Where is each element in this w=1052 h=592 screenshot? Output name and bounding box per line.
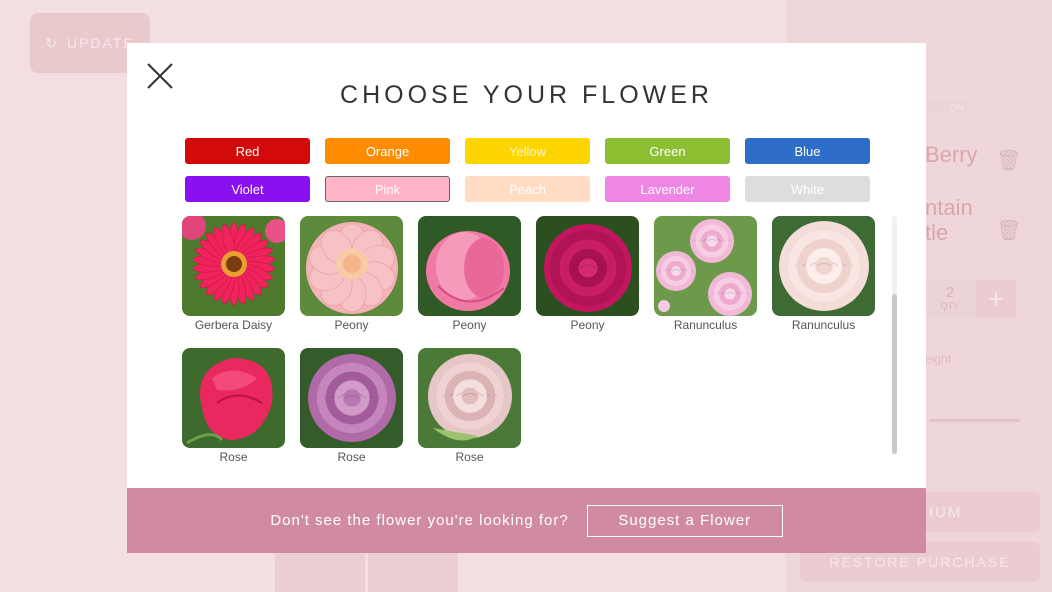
flower-grid-scroll[interactable]: Gerbera Daisy Peony Peony Peony Ranunculus Ra… — [182, 216, 892, 486]
bg-height-label: eight — [925, 352, 952, 366]
color-filter-violet[interactable]: Violet — [185, 176, 310, 202]
bg-bottom-tile — [368, 552, 458, 592]
flower-card-rose[interactable]: Rose — [418, 348, 521, 466]
color-filter-peach[interactable]: Peach — [465, 176, 590, 202]
scrollbar[interactable] — [892, 216, 897, 454]
flower-label: Gerbera Daisy — [194, 318, 273, 332]
bg-quantity-unit: QTY — [940, 301, 960, 311]
color-filter-lavender[interactable]: Lavender — [605, 176, 730, 202]
flower-image — [300, 348, 403, 448]
flower-card-peony[interactable]: Peony — [536, 216, 639, 334]
flower-label: Rose — [219, 450, 248, 464]
modal-title: CHOOSE YOUR FLOWER — [340, 81, 713, 109]
flower-card-rose[interactable]: Rose — [300, 348, 403, 466]
flower-image — [182, 216, 285, 316]
flower-image — [536, 216, 639, 316]
footer-text: Don't see the flower you're looking for? — [270, 512, 569, 529]
bg-item-name-2: ntain — [925, 195, 973, 220]
flower-image — [300, 216, 403, 316]
bg-quantity-value: 2 — [945, 284, 955, 301]
flower-card-gerbera-daisy[interactable]: Gerbera Daisy — [182, 216, 285, 334]
flower-label: Peony — [452, 318, 487, 332]
color-filter-white[interactable]: White — [745, 176, 870, 202]
color-filter-yellow[interactable]: Yellow — [465, 138, 590, 164]
bg-item-name-1: Berry — [925, 142, 978, 167]
flower-card-peony[interactable]: Peony — [418, 216, 521, 334]
choose-flower-modal: CHOOSE YOUR FLOWER Red Orange Yellow Green B… — [127, 43, 926, 553]
color-filter-grid: Red Orange Yellow Green Blue Violet Pink Peach L… — [185, 138, 875, 202]
flower-label: Peony — [334, 318, 369, 332]
scrollbar-thumb[interactable] — [892, 294, 897, 454]
trash-icon: 🗑 — [996, 220, 1022, 242]
color-filter-red[interactable]: Red — [185, 138, 310, 164]
color-filter-pink[interactable]: Pink — [325, 176, 450, 202]
bg-slider — [930, 419, 1020, 422]
flower-label: Rose — [337, 450, 366, 464]
flower-image — [772, 216, 875, 316]
flower-label: Peony — [570, 318, 605, 332]
bg-toggle: ON — [925, 100, 970, 118]
bg-bottom-tile — [275, 552, 365, 592]
flower-image — [418, 216, 521, 316]
color-filter-green[interactable]: Green — [605, 138, 730, 164]
flower-card-rose[interactable]: Rose — [182, 348, 285, 466]
bg-item-name-3: tle — [925, 220, 949, 245]
flower-image — [654, 216, 757, 316]
flower-card-ranunculus[interactable]: Ranunculus — [654, 216, 757, 334]
trash-icon: 🗑 — [996, 150, 1022, 172]
flower-card-peony[interactable]: Peony — [300, 216, 403, 334]
flower-label: Ranunculus — [791, 318, 856, 332]
bg-quantity: 2 QTY — [925, 280, 975, 318]
suggest-flower-button[interactable]: Suggest a Flower — [586, 504, 783, 537]
flower-image — [418, 348, 521, 448]
flower-image — [182, 348, 285, 448]
flower-label: Ranunculus — [673, 318, 738, 332]
flower-card-ranunculus[interactable]: Ranunculus — [772, 216, 875, 334]
refresh-icon: ↻ — [45, 34, 59, 51]
color-filter-orange[interactable]: Orange — [325, 138, 450, 164]
color-filter-blue[interactable]: Blue — [745, 138, 870, 164]
flower-label: Rose — [455, 450, 484, 464]
flower-grid: Gerbera Daisy Peony Peony Peony Ranunculus Ra… — [182, 216, 892, 466]
plus-icon: + — [976, 280, 1016, 318]
update-label: UPDATE — [66, 35, 135, 51]
modal-footer: Don't see the flower you're looking for?… — [127, 488, 926, 553]
